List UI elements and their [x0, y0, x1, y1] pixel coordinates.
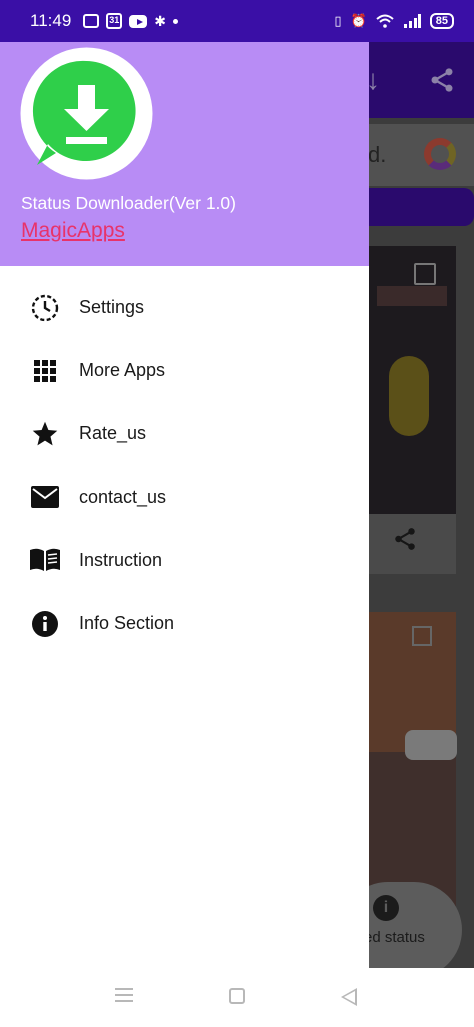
navigation-drawer: Status Downloader(Ver 1.0) MagicApps Set… — [0, 42, 369, 968]
back-button[interactable] — [341, 988, 357, 1006]
recents-button[interactable] — [115, 988, 133, 1006]
alarm-icon: ⏰ — [350, 13, 367, 28]
menu-item-label: More Apps — [79, 360, 166, 381]
status-card — [369, 612, 457, 912]
signal-icon — [403, 14, 421, 28]
youtube-icon — [129, 14, 148, 28]
menu-item-label: Settings — [79, 297, 145, 318]
app-logo-icon — [20, 47, 153, 180]
drawer-header: Status Downloader(Ver 1.0) MagicApps — [0, 42, 369, 266]
wifi-icon — [376, 14, 394, 28]
notification-icons: 31 ✱ — [83, 12, 179, 30]
home-button[interactable] — [229, 988, 245, 1004]
menu-item-settings[interactable]: Settings — [0, 276, 369, 339]
system-nav-bar — [0, 968, 474, 1027]
app-notification-icon: ✱ — [154, 12, 167, 29]
ad-text: d. — [368, 142, 387, 167]
menu-item-rate-us[interactable]: Rate_us — [0, 402, 369, 465]
status-bar: 11:49 31 ✱ ▯ ⏰ 85 — [0, 0, 474, 42]
status-time: 11:49 — [30, 11, 72, 30]
share-icon — [395, 528, 415, 550]
ad-logo-icon — [424, 138, 456, 170]
developer-link[interactable]: MagicApps — [21, 219, 125, 243]
calendar-icon: 31 — [106, 13, 123, 29]
saved-status-label: ed status — [364, 929, 425, 946]
info-icon: i — [373, 895, 399, 921]
menu-item-info-section[interactable]: Info Section — [0, 592, 369, 655]
status-thumbnail — [369, 246, 456, 514]
menu-item-label: contact_us — [79, 486, 167, 507]
menu-item-contact-us[interactable]: contact_us — [0, 466, 369, 529]
clock-settings-icon — [30, 293, 60, 323]
more-notifications-dot — [173, 18, 179, 24]
menu-item-label: Rate_us — [79, 423, 147, 444]
battery-indicator: 85 — [429, 13, 454, 29]
info-icon — [30, 609, 60, 639]
app-title: Status Downloader(Ver 1.0) — [21, 193, 236, 213]
share-icon — [431, 68, 453, 92]
grid-apps-icon — [30, 356, 60, 386]
menu-item-instruction[interactable]: Instruction — [0, 529, 369, 592]
vibrate-icon: ▯ — [334, 13, 342, 28]
message-icon — [83, 14, 100, 28]
select-checkbox — [414, 263, 436, 285]
mail-icon — [30, 482, 60, 512]
menu-item-more-apps[interactable]: More Apps — [0, 339, 369, 402]
menu-item-label: Info Section — [79, 613, 175, 634]
system-icons: ▯ ⏰ 85 — [334, 13, 454, 29]
menu-item-label: Instruction — [79, 549, 163, 570]
select-checkbox — [412, 626, 432, 646]
drawer-menu: Settings More Apps Rate_us contact_us In… — [0, 276, 369, 655]
star-icon — [30, 419, 60, 449]
book-icon — [30, 545, 60, 575]
